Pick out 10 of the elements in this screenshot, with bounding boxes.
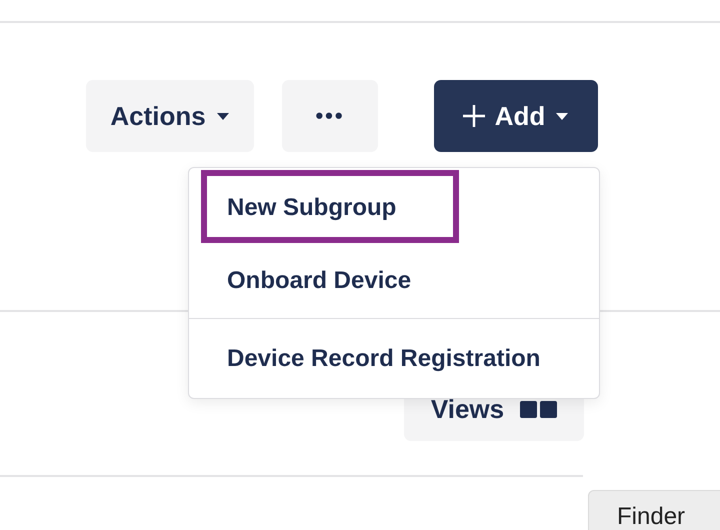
caret-icon	[555, 112, 570, 120]
more-button[interactable]: •••	[282, 80, 378, 152]
add-button[interactable]: Add	[434, 80, 598, 152]
actions-button[interactable]: Actions	[86, 80, 254, 152]
plus-icon	[462, 105, 485, 127]
menu-item[interactable]: New Subgroup	[201, 170, 459, 243]
grid-icon	[520, 401, 558, 418]
caret-icon	[216, 112, 230, 120]
finder-tab[interactable]: Finder	[588, 490, 720, 530]
menu-item[interactable]: Onboard Device	[201, 243, 459, 316]
